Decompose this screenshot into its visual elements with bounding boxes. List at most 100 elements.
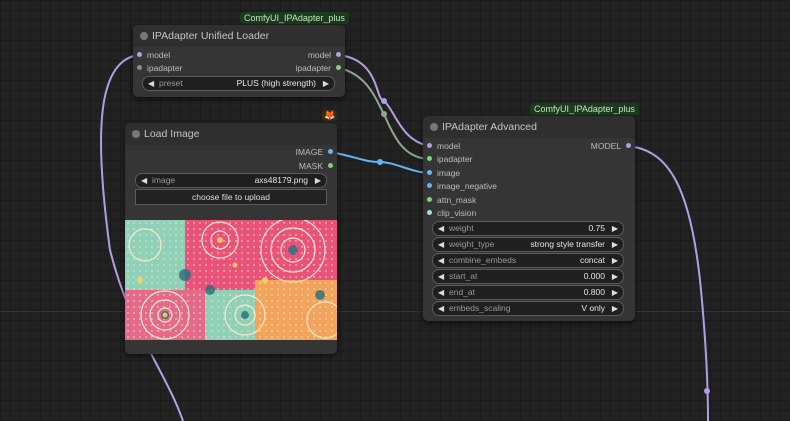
- output-pin-icon[interactable]: [626, 143, 631, 148]
- slot-label: IMAGE: [295, 147, 323, 157]
- input-slot-ipadapter[interactable]: ipadapter: [137, 62, 182, 74]
- upload-button[interactable]: choose file to upload: [135, 189, 327, 205]
- widget-value: strong style transfer: [530, 239, 605, 249]
- widget-value: PLUS (high strength): [236, 78, 316, 88]
- node-title-bar[interactable]: Load Image: [125, 123, 337, 145]
- node-title-bar[interactable]: IPAdapter Advanced: [423, 116, 635, 138]
- image-preview: [125, 220, 337, 340]
- slot-label: model: [147, 50, 171, 60]
- widget-value: 0.000: [583, 271, 605, 281]
- input-pin-icon[interactable]: [427, 143, 432, 148]
- widget-label: weight_type: [449, 239, 495, 249]
- input-pin-icon[interactable]: [427, 197, 432, 202]
- ipadapter-advanced-node[interactable]: IPAdapter Advanced MODEL model ipadapter…: [423, 116, 635, 321]
- increment-arrow-icon[interactable]: ▶: [323, 77, 329, 90]
- output-pin-icon[interactable]: [336, 65, 341, 70]
- input-slot-model[interactable]: model: [427, 140, 460, 152]
- link-midpoint: [377, 159, 383, 165]
- widget-value: concat: [579, 255, 605, 265]
- load-image-node[interactable]: Load Image IMAGE MASK ◀ image axs48179.p…: [125, 123, 337, 354]
- input-pin-icon[interactable]: [427, 170, 432, 175]
- input-pin-icon[interactable]: [137, 52, 142, 57]
- widget-value: 0.75: [588, 223, 605, 233]
- link-midpoint: [381, 111, 387, 117]
- link-image: [330, 151, 430, 174]
- input-slot-image-negative[interactable]: image_negative: [427, 180, 497, 192]
- input-slot-ipadapter[interactable]: ipadapter: [427, 153, 472, 165]
- widget-value: 0.800: [583, 287, 605, 297]
- widget-value: V only: [581, 303, 605, 313]
- decrement-arrow-icon[interactable]: ◀: [438, 302, 444, 315]
- output-pin-icon[interactable]: [328, 149, 333, 154]
- decrement-arrow-icon[interactable]: ◀: [438, 286, 444, 299]
- increment-arrow-icon[interactable]: ▶: [612, 286, 618, 299]
- widget-value: axs48179.png: [254, 175, 308, 185]
- slot-label: model: [307, 50, 331, 60]
- collapse-dot-icon[interactable]: [140, 32, 148, 40]
- mandala-pattern-image: [125, 220, 337, 340]
- input-slot-image[interactable]: image: [427, 167, 460, 179]
- widget-label: combine_embeds: [449, 255, 517, 265]
- input-slot-clip-vision[interactable]: clip_vision: [427, 207, 476, 219]
- input-pin-icon[interactable]: [427, 210, 432, 215]
- node-title-bar[interactable]: IPAdapter Unified Loader: [133, 25, 345, 47]
- start-at-slider[interactable]: ◀ start_at 0.000 ▶: [432, 269, 624, 284]
- output-pin-icon[interactable]: [336, 52, 341, 57]
- node-title: Load Image: [144, 128, 200, 140]
- increment-arrow-icon[interactable]: ▶: [612, 238, 618, 251]
- preset-combo[interactable]: ◀ preset PLUS (high strength) ▶: [142, 76, 335, 91]
- ipadapter-unified-loader-node[interactable]: IPAdapter Unified Loader model ipadapter…: [133, 25, 345, 97]
- increment-arrow-icon[interactable]: ▶: [612, 302, 618, 315]
- decrement-arrow-icon[interactable]: ◀: [141, 174, 147, 187]
- slot-label: attn_mask: [437, 195, 477, 205]
- output-slot-model[interactable]: MODEL: [591, 140, 631, 152]
- decrement-arrow-icon[interactable]: ◀: [438, 254, 444, 267]
- slot-label: MASK: [298, 161, 323, 171]
- slot-label: ipadapter: [437, 154, 473, 164]
- output-slot-model[interactable]: model: [308, 49, 341, 61]
- slot-label: ipadapter: [295, 63, 331, 73]
- decrement-arrow-icon[interactable]: ◀: [148, 77, 154, 90]
- node-title: IPAdapter Advanced: [442, 121, 537, 133]
- collapse-dot-icon[interactable]: [430, 123, 438, 131]
- input-pin-icon[interactable]: [427, 183, 432, 188]
- input-slot-model[interactable]: model: [137, 49, 170, 61]
- output-slot-image[interactable]: IMAGE: [296, 146, 333, 158]
- link-model-out: [627, 145, 709, 421]
- link-model: [338, 54, 430, 147]
- input-pin-icon[interactable]: [137, 65, 142, 70]
- widget-label: weight: [449, 223, 474, 233]
- node-title: IPAdapter Unified Loader: [152, 30, 270, 42]
- combine-embeds-combo[interactable]: ◀ combine_embeds concat ▶: [432, 253, 624, 268]
- collapse-dot-icon[interactable]: [132, 130, 140, 138]
- widget-label: end_at: [449, 287, 475, 297]
- decrement-arrow-icon[interactable]: ◀: [438, 222, 444, 235]
- canvas-grid-line: [0, 311, 790, 312]
- node-source-badge: ComfyUI_IPAdapter_plus: [530, 103, 639, 115]
- slot-label: image_negative: [437, 181, 498, 191]
- node-links: [99, 54, 710, 421]
- slot-label: ipadapter: [147, 63, 183, 73]
- input-pin-icon[interactable]: [427, 156, 432, 161]
- end-at-slider[interactable]: ◀ end_at 0.800 ▶: [432, 285, 624, 300]
- decrement-arrow-icon[interactable]: ◀: [438, 270, 444, 283]
- input-slot-attn-mask[interactable]: attn_mask: [427, 194, 476, 206]
- weight-type-combo[interactable]: ◀ weight_type strong style transfer ▶: [432, 237, 624, 252]
- link-midpoint: [381, 98, 387, 104]
- slot-label: model: [437, 141, 461, 151]
- output-pin-icon[interactable]: [328, 163, 333, 168]
- weight-slider[interactable]: ◀ weight 0.75 ▶: [432, 221, 624, 236]
- increment-arrow-icon[interactable]: ▶: [612, 270, 618, 283]
- embeds-scaling-combo[interactable]: ◀ embeds_scaling V only ▶: [432, 301, 624, 316]
- increment-arrow-icon[interactable]: ▶: [612, 254, 618, 267]
- output-slot-mask[interactable]: MASK: [299, 160, 333, 172]
- decrement-arrow-icon[interactable]: ◀: [438, 238, 444, 251]
- widget-label: embeds_scaling: [449, 303, 511, 313]
- increment-arrow-icon[interactable]: ▶: [612, 222, 618, 235]
- output-slot-ipadapter[interactable]: ipadapter: [296, 62, 341, 74]
- image-combo[interactable]: ◀ image axs48179.png ▶: [135, 173, 327, 188]
- increment-arrow-icon[interactable]: ▶: [315, 174, 321, 187]
- slot-label: image: [437, 168, 461, 178]
- widget-label: preset: [159, 78, 183, 88]
- widget-label: start_at: [449, 271, 478, 281]
